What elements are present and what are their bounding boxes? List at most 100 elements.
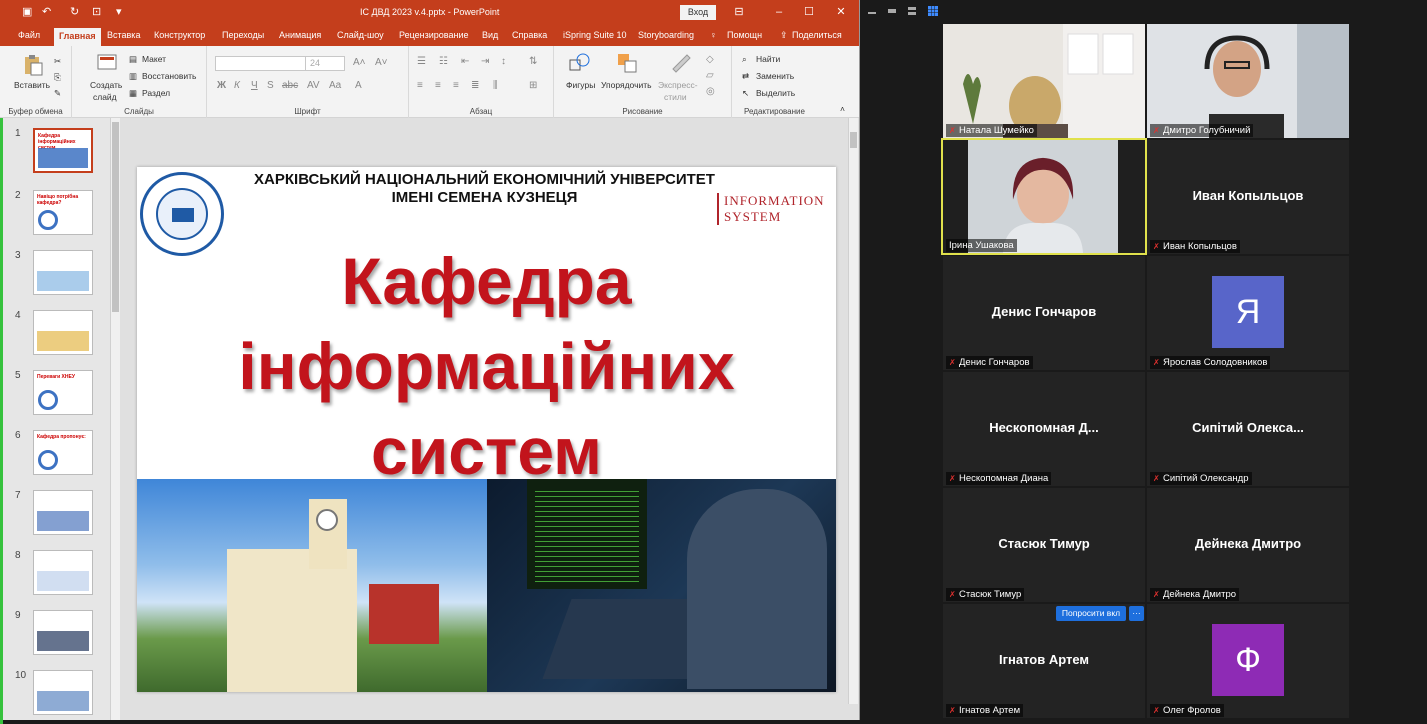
- slideshow-icon[interactable]: ⊡: [92, 5, 101, 19]
- quick-styles-button-2[interactable]: стили: [664, 92, 687, 102]
- quick-styles-icon[interactable]: [670, 52, 692, 74]
- sign-in-button[interactable]: Вход: [680, 5, 716, 20]
- tab-home[interactable]: Главная: [54, 28, 101, 46]
- tab-animations[interactable]: Анимация: [279, 30, 321, 40]
- strikethrough-icon[interactable]: abc: [282, 80, 298, 91]
- thumbnails-scrollbar[interactable]: [110, 118, 120, 720]
- bullets-icon[interactable]: ☰: [417, 56, 426, 67]
- layout-button[interactable]: Макет: [142, 54, 166, 64]
- tab-file[interactable]: Файл: [18, 30, 40, 40]
- shape-fill-icon[interactable]: ◇: [706, 54, 714, 65]
- participant-tile[interactable]: Ф ✗ Олег Фролов: [1147, 604, 1349, 718]
- tab-slideshow[interactable]: Слайд-шоу: [337, 30, 384, 40]
- quick-styles-button[interactable]: Экспресс-: [658, 80, 698, 90]
- paste-icon[interactable]: [22, 54, 44, 76]
- font-size-field[interactable]: 24: [305, 56, 345, 71]
- undo-icon[interactable]: ↶: [42, 5, 51, 19]
- font-color-icon[interactable]: A: [355, 80, 362, 91]
- layout-icon[interactable]: ▤: [129, 54, 137, 65]
- slide-thumbnail-2[interactable]: Навіщо потрібна кафедра?: [33, 190, 93, 235]
- slide-thumbnail-3[interactable]: [33, 250, 93, 295]
- underline-icon[interactable]: Ч: [251, 80, 258, 91]
- close-icon[interactable]: ✕: [832, 4, 850, 20]
- participant-tile[interactable]: Стасюк Тимур ✗ Стасюк Тимур: [943, 488, 1145, 602]
- layout-icon[interactable]: [907, 6, 917, 16]
- share-button[interactable]: Поделиться: [792, 30, 842, 40]
- participant-tile[interactable]: Иван Копыльцов ✗ Иван Копыльцов: [1147, 140, 1349, 254]
- font-name-field[interactable]: [215, 56, 311, 71]
- participant-tile[interactable]: Попросити вкл ··· Ігнатов Артем ✗ Ігнатов…: [943, 604, 1145, 718]
- justify-icon[interactable]: ≣: [471, 80, 479, 91]
- spacing-icon[interactable]: AV: [307, 80, 320, 91]
- more-options-button[interactable]: ···: [1129, 606, 1144, 621]
- tab-storyboarding[interactable]: Storyboarding: [638, 30, 694, 40]
- new-slide-icon[interactable]: [96, 52, 118, 74]
- slide-thumbnail-4[interactable]: [33, 310, 93, 355]
- tab-view[interactable]: Вид: [482, 30, 498, 40]
- slide-thumbnail-6[interactable]: Кафедра пропонує:: [33, 430, 93, 475]
- slide-thumbnail-1[interactable]: Кафедра інформаційних систем: [33, 128, 93, 173]
- arrange-icon[interactable]: [616, 52, 638, 74]
- customize-quick-access-icon[interactable]: ▾: [116, 5, 122, 19]
- tab-review[interactable]: Рецензирование: [399, 30, 469, 40]
- slide-thumbnail-5[interactable]: Переваги ХНЕУ: [33, 370, 93, 415]
- tab-tell-me[interactable]: Помощн: [727, 30, 762, 40]
- tab-transitions[interactable]: Переходы: [222, 30, 264, 40]
- slide-thumbnail-10[interactable]: [33, 670, 93, 715]
- tab-ispring[interactable]: iSpring Suite 10: [563, 30, 627, 40]
- participant-tile[interactable]: Денис Гончаров ✗ Денис Гончаров: [943, 256, 1145, 370]
- align-left-icon[interactable]: ≡: [417, 80, 423, 91]
- shape-outline-icon[interactable]: ▱: [706, 70, 714, 81]
- participant-tile[interactable]: Сипітий Олекса... ✗ Сипітий Олександр: [1147, 372, 1349, 486]
- italic-icon[interactable]: К: [234, 80, 240, 91]
- select-icon[interactable]: ↖: [742, 88, 749, 99]
- format-painter-icon[interactable]: ✎: [54, 88, 61, 99]
- participant-tile[interactable]: Дейнека Дмитро ✗ Дейнека Дмитро: [1147, 488, 1349, 602]
- arrange-button[interactable]: Упорядочить: [601, 80, 652, 90]
- increase-indent-icon[interactable]: ⇥: [481, 56, 489, 67]
- minimize-icon[interactable]: –: [770, 4, 788, 20]
- select-button[interactable]: Выделить: [756, 88, 795, 98]
- participant-tile[interactable]: ✗ Дмитро Голубничий: [1147, 24, 1349, 138]
- participant-tile[interactable]: Я ✗ Ярослав Солодовников: [1147, 256, 1349, 370]
- reset-icon[interactable]: ▥: [129, 71, 137, 82]
- shapes-icon[interactable]: [568, 52, 590, 74]
- align-right-icon[interactable]: ≡: [453, 80, 459, 91]
- minimize-icon[interactable]: [867, 6, 877, 16]
- shapes-button[interactable]: Фигуры: [566, 80, 595, 90]
- replace-button[interactable]: Заменить: [756, 71, 794, 81]
- reset-button[interactable]: Восстановить: [142, 71, 196, 81]
- participant-tile[interactable]: Нескопомная Д... ✗ Нескопомная Диана: [943, 372, 1145, 486]
- slide-thumbnail-7[interactable]: [33, 490, 93, 535]
- new-slide-button[interactable]: Создать: [90, 80, 122, 90]
- cut-icon[interactable]: ✂: [54, 56, 61, 67]
- tell-me-icon[interactable]: ♀: [710, 30, 717, 40]
- slide-scroll-thumb[interactable]: [850, 132, 857, 148]
- share-icon[interactable]: ⇪: [780, 30, 788, 41]
- section-icon[interactable]: ▦: [129, 88, 137, 99]
- restore-icon[interactable]: [887, 6, 897, 16]
- slide-scrollbar[interactable]: [848, 118, 858, 704]
- bold-icon[interactable]: Ж: [217, 80, 226, 91]
- ask-to-unmute-button[interactable]: Попросити вкл: [1056, 606, 1126, 621]
- numbering-icon[interactable]: ☷: [439, 56, 448, 67]
- text-direction-icon[interactable]: ⇅: [529, 56, 537, 67]
- copy-icon[interactable]: ⎘: [54, 72, 61, 83]
- smartart-icon[interactable]: ⊞: [529, 80, 537, 91]
- grow-font-icon[interactable]: A˄: [353, 57, 366, 68]
- slide-canvas[interactable]: ХАРКІВСЬКИЙ НАЦІОНАЛЬНИЙ ЕКОНОМІЧНИЙ УНІ…: [137, 167, 836, 692]
- paste-button[interactable]: Вставить: [14, 80, 50, 90]
- new-slide-button-2[interactable]: слайд: [93, 92, 117, 102]
- shrink-font-icon[interactable]: A˅: [375, 57, 388, 68]
- align-center-icon[interactable]: ≡: [435, 80, 441, 91]
- replace-icon[interactable]: ⇄: [742, 71, 749, 82]
- gallery-view-icon[interactable]: [928, 6, 938, 16]
- slide-thumbnail-8[interactable]: [33, 550, 93, 595]
- find-button[interactable]: Найти: [756, 54, 780, 64]
- find-icon[interactable]: ⌕: [742, 54, 747, 65]
- shadow-icon[interactable]: S: [267, 80, 274, 91]
- shape-effects-icon[interactable]: ◎: [706, 86, 715, 97]
- redo-icon[interactable]: ↻: [70, 5, 79, 19]
- participant-tile-speaking[interactable]: Ірина Ушакова: [941, 138, 1147, 255]
- tab-design[interactable]: Конструктор: [154, 30, 205, 40]
